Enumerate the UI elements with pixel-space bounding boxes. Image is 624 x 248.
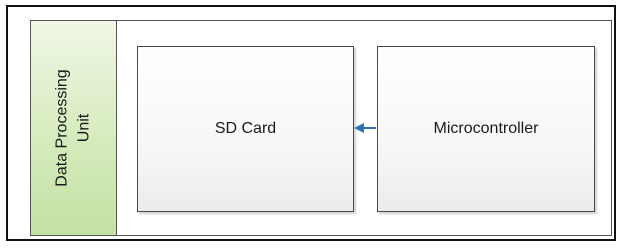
microcontroller-block: Microcontroller: [377, 46, 595, 212]
sd-card-label: SD Card: [214, 120, 277, 137]
arrow-head: [354, 123, 364, 133]
data-processing-unit-label-band: [30, 20, 117, 236]
microcontroller-to-sd-card-arrow: [354, 123, 376, 133]
microcontroller-label: Microcontroller: [433, 120, 539, 137]
sd-card-block: SD Card: [137, 46, 354, 212]
